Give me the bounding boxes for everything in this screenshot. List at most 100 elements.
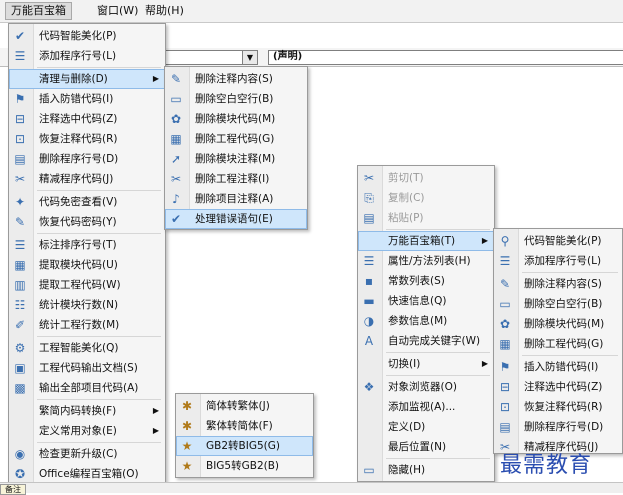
menu-item[interactable]: ✔ 代码智能美化(P) — [9, 26, 165, 46]
menu-item[interactable]: ♪ 删除项目注释(A) — [165, 189, 307, 209]
menu-item[interactable]: ▬ 快速信息(Q) — [358, 291, 494, 311]
menu-item-label: 删除注释内容(S) — [195, 73, 273, 85]
menu-item[interactable]: ▭ 删除空白空行(B) — [165, 89, 307, 109]
menu-item[interactable]: ★ BIG5转GB2(B) — [176, 456, 313, 476]
menu-item[interactable]: ✦ 代码免密查看(V) — [9, 192, 165, 212]
menu-item[interactable]: ☰ 标注排序行号(T) — [9, 235, 165, 255]
menu-item[interactable]: ▪ 常数列表(S) — [358, 271, 494, 291]
menu-item[interactable]: ☷ 统计模块行数(N) — [9, 295, 165, 315]
menu-item-icon: ✱ — [181, 399, 193, 413]
menu-item[interactable]: ◉ 检查更新升级(C) — [9, 444, 165, 464]
menu-item[interactable]: ✂ 精减程序代码(J) — [9, 169, 165, 189]
menu-item-label: 添加监视(A)... — [388, 401, 456, 413]
menu-item-icon — [362, 420, 376, 434]
menu-item[interactable]: ▭ 删除空白空行(B) — [494, 294, 622, 314]
menu-item[interactable]: ⊡ 恢复注释代码(R) — [9, 129, 165, 149]
menu-item[interactable]: ⚙ 工程智能美化(Q) — [9, 338, 165, 358]
menu-item[interactable]: ⎘ 复制(C) — [358, 188, 494, 208]
menu-item-icon: ▭ — [363, 463, 375, 477]
procedure-combo[interactable] — [268, 50, 623, 65]
menu-item[interactable]: ▦ 提取模块代码(U) — [9, 255, 165, 275]
menu-item-label: 恢复注释代码(R) — [524, 401, 603, 413]
menu-item[interactable]: ✪ Office编程百宝箱(O) — [9, 464, 165, 484]
menu-item[interactable]: 添加监视(A)... — [358, 397, 494, 417]
menu-item[interactable]: ✎ 删除注释内容(S) — [165, 69, 307, 89]
menubar-item-help[interactable]: 帮助(H) — [140, 3, 189, 19]
menu-item[interactable]: 万能百宝箱(T) ▶ — [358, 231, 494, 251]
menu-item-label: 删除程序行号(D) — [39, 153, 119, 165]
menu-item[interactable]: ☰ 添加程序行号(L) — [9, 46, 165, 66]
menu-item-label: 删除模块注释(M) — [195, 153, 276, 165]
menubar-item-toolbox[interactable]: 万能百宝箱 — [5, 2, 72, 20]
menu-item-label: 简体转繁体(J) — [206, 400, 270, 412]
menu-item[interactable]: ☰ 属性/方法列表(H) — [358, 251, 494, 271]
watermark: 最需教育 — [500, 453, 593, 478]
menu-item[interactable]: A 自动完成关键字(W) — [358, 331, 494, 351]
toolbox-menu: ✔ 代码智能美化(P) ☰ 添加程序行号(L) 清理与删除(D) ▶ ⚑ 插入防错代码(I) ⊟… — [8, 23, 166, 485]
menu-item[interactable]: ✂ 删除工程注释(I) — [165, 169, 307, 189]
menu-item-icon: ☰ — [499, 254, 511, 268]
menu-item[interactable]: ▤ 粘贴(P) — [358, 208, 494, 228]
menu-item[interactable]: 切换(I) ▶ — [358, 354, 494, 374]
menu-item-icon — [362, 440, 376, 454]
menu-item[interactable]: 定义常用对象(E) ▶ — [9, 421, 165, 441]
menu-item[interactable]: ▩ 输出全部项目代码(A) — [9, 378, 165, 398]
menu-item[interactable]: ▦ 删除工程代码(G) — [494, 334, 622, 354]
menu-item-label: 插入防错代码(I) — [39, 93, 114, 105]
menu-item-label: 注释选中代码(Z) — [39, 113, 118, 125]
menu-item[interactable]: ✱ 繁体转简体(F) — [176, 416, 313, 436]
menu-item[interactable]: ⚑ 插入防错代码(I) — [494, 357, 622, 377]
menu-item[interactable]: ✿ 删除模块代码(M) — [165, 109, 307, 129]
menu-item[interactable]: ✎ 恢复代码密码(Y) — [9, 212, 165, 232]
menu-item[interactable]: ❖ 对象浏览器(O) — [358, 377, 494, 397]
menu-item[interactable]: ⚑ 插入防错代码(I) — [9, 89, 165, 109]
menu-item[interactable]: ✔ 处理错误语句(E) — [165, 209, 307, 229]
menu-item[interactable]: ▥ 提取工程代码(W) — [9, 275, 165, 295]
menu-item[interactable]: ⚲ 代码智能美化(P) — [494, 231, 622, 251]
object-combo[interactable] — [160, 50, 244, 65]
menu-item-icon: ✎ — [499, 277, 511, 291]
bottom-tab[interactable]: 备注 — [0, 484, 26, 495]
menu-item[interactable]: ➚ 删除模块注释(M) — [165, 149, 307, 169]
menu-item[interactable]: ▤ 删除程序行号(D) — [494, 417, 622, 437]
menu-item-label: 定义常用对象(E) — [39, 425, 117, 437]
menu-item[interactable]: ✱ 简体转繁体(J) — [176, 396, 313, 416]
menu-item-label: 参数信息(M) — [388, 315, 448, 327]
menu-item[interactable]: ☰ 添加程序行号(L) — [494, 251, 622, 271]
menu-item[interactable]: ✐ 统计工程行数(M) — [9, 315, 165, 335]
menu-item[interactable]: ★ GB2转BIG5(G) — [176, 436, 313, 456]
procedure-combo-value: (声明) — [273, 51, 303, 62]
menu-item[interactable]: ⊟ 注释选中代码(Z) — [494, 377, 622, 397]
menu-item-icon: ✎ — [170, 72, 182, 86]
menu-item-icon: ⚑ — [14, 92, 26, 106]
menu-item-label: 统计模块行数(N) — [39, 299, 119, 311]
menu-item-label: 繁体转简体(F) — [206, 420, 273, 432]
menu-item-label: 代码智能美化(P) — [524, 235, 602, 247]
menu-item-icon: ▤ — [363, 211, 375, 225]
menu-item[interactable]: 清理与删除(D) ▶ — [9, 69, 165, 89]
menu-item[interactable]: ✎ 删除注释内容(S) — [494, 274, 622, 294]
menu-item-icon: ◑ — [363, 314, 375, 328]
menu-item-icon: ✂ — [170, 172, 182, 186]
menu-item-icon: ☰ — [14, 238, 26, 252]
submenu-arrow-icon: ▶ — [481, 236, 488, 245]
menu-item-label: 删除模块代码(M) — [524, 318, 605, 330]
menu-item[interactable]: ✿ 删除模块代码(M) — [494, 314, 622, 334]
menu-item-icon: ✿ — [499, 317, 511, 331]
menu-item[interactable]: 定义(D) — [358, 417, 494, 437]
menu-item[interactable]: ▤ 删除程序行号(D) — [9, 149, 165, 169]
object-combo-arrow[interactable]: ▼ — [242, 50, 258, 65]
menu-item[interactable]: ⊡ 恢复注释代码(R) — [494, 397, 622, 417]
menu-item[interactable]: ⊟ 注释选中代码(Z) — [9, 109, 165, 129]
menu-item[interactable]: 最后位置(N) — [358, 437, 494, 457]
menu-item-icon: ✦ — [14, 195, 26, 209]
menu-item-label: 清理与删除(D) — [39, 73, 108, 85]
menu-item[interactable]: ▭ 隐藏(H) — [358, 460, 494, 480]
menu-item-icon — [13, 72, 27, 86]
menu-item[interactable]: ✂ 剪切(T) — [358, 168, 494, 188]
menu-item[interactable]: ▣ 工程代码输出文档(S) — [9, 358, 165, 378]
menu-item[interactable]: ◑ 参数信息(M) — [358, 311, 494, 331]
menubar-item-window[interactable]: 窗口(W) — [92, 3, 143, 19]
menu-item[interactable]: ▦ 删除工程代码(G) — [165, 129, 307, 149]
menu-item[interactable]: 繁简内码转换(F) ▶ — [9, 401, 165, 421]
